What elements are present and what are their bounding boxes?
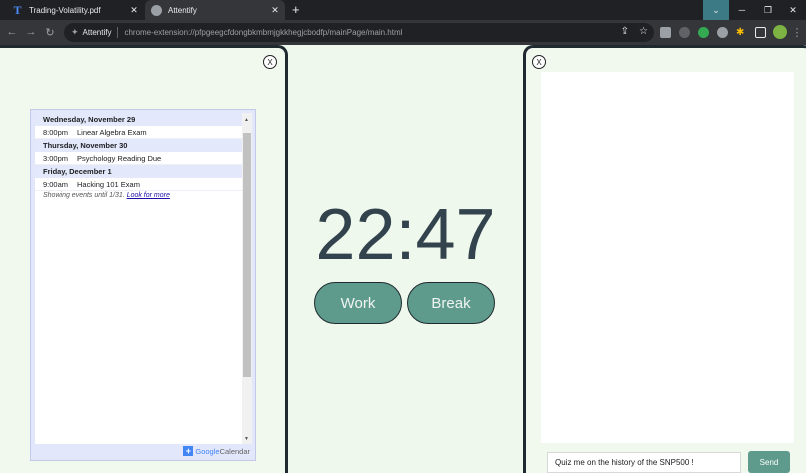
events-range-note: Showing events until 1/31. Look for more xyxy=(35,191,242,199)
add-plus-icon: + xyxy=(183,446,194,456)
bookmark-star-icon[interactable]: ☆ xyxy=(639,26,648,37)
extension-shield-icon[interactable] xyxy=(679,27,690,38)
share-icon[interactable]: ⇪ xyxy=(621,26,629,37)
url-text: chrome-extension://pfpgeegcfdongbkmbmjgk… xyxy=(124,28,403,37)
tab-search-chevron-icon[interactable]: ⌄ xyxy=(703,0,729,20)
tab-close-icon[interactable]: ✕ xyxy=(127,5,141,16)
countdown-timer: 22:47 xyxy=(315,195,496,275)
send-button[interactable]: Send xyxy=(748,451,790,473)
event-time: 8:00pm xyxy=(43,128,69,137)
look-for-more-link[interactable]: Look for more xyxy=(127,192,170,199)
extension-puzzle-icon: ✦ xyxy=(71,27,79,37)
agenda-event[interactable]: 9:00am Hacking 101 Exam xyxy=(35,178,242,191)
event-title: Linear Algebra Exam xyxy=(77,128,147,137)
restore-icon[interactable]: ❐ xyxy=(755,0,781,20)
google-calendar-badge[interactable]: + Google Calendar xyxy=(183,446,250,456)
minimize-icon[interactable]: ─ xyxy=(729,0,755,20)
window-close-icon[interactable]: ✕ xyxy=(780,0,806,20)
calendar-scrollbar[interactable]: ▲ ▼ xyxy=(242,113,252,444)
agenda-event[interactable]: 8:00pm Linear Algebra Exam xyxy=(35,126,242,139)
badge-product: Calendar xyxy=(219,446,250,456)
chat-messages-area xyxy=(541,72,794,443)
new-tab-icon[interactable]: + xyxy=(292,2,300,17)
tab-close-icon[interactable]: ✕ xyxy=(268,5,282,16)
pdf-favicon-icon: T xyxy=(13,2,22,17)
side-panel-icon[interactable] xyxy=(755,27,766,38)
attentify-page: X Wednesday, November 29 8:00pm Linear A… xyxy=(0,45,806,473)
events-range-text: Showing events until 1/31. xyxy=(43,192,125,199)
browser-tab-strip: T Trading-Volatility.pdf ✕ Attentify ✕ +… xyxy=(0,0,806,20)
menu-kebab-icon[interactable]: ⋮ xyxy=(789,24,805,40)
extension-globe-icon[interactable] xyxy=(717,27,728,38)
extension-s-icon[interactable] xyxy=(660,27,671,38)
scroll-up-icon[interactable]: ▲ xyxy=(244,117,249,123)
address-divider xyxy=(117,27,119,38)
scroll-down-icon[interactable]: ▼ xyxy=(244,436,249,442)
tab-trading-volatility[interactable]: T Trading-Volatility.pdf ✕ xyxy=(6,0,144,20)
chat-panel: X Quiz me on the history of the SNP500 !… xyxy=(523,45,806,473)
profile-avatar[interactable] xyxy=(773,25,787,39)
event-time: 3:00pm xyxy=(43,154,69,163)
close-calendar-button[interactable]: X xyxy=(263,55,277,69)
agenda-event[interactable]: 3:00pm Psychology Reading Due xyxy=(35,152,242,165)
agenda-day-header: Wednesday, November 29 xyxy=(35,113,242,126)
tab-title: Attentify xyxy=(168,5,197,15)
agenda-list: Wednesday, November 29 8:00pm Linear Alg… xyxy=(35,113,242,444)
address-bar[interactable]: ✦ Attentify chrome-extension://pfpgeegcf… xyxy=(64,23,654,42)
break-button[interactable]: Break xyxy=(407,282,495,324)
agenda-day-header: Friday, December 1 xyxy=(35,165,242,178)
event-time: 9:00am xyxy=(43,180,69,189)
reload-icon[interactable]: ↻ xyxy=(42,24,58,40)
tab-attentify[interactable]: Attentify ✕ xyxy=(145,0,285,20)
site-label: Attentify xyxy=(82,28,112,37)
extension-grammar-icon[interactable] xyxy=(698,27,709,38)
extensions-puzzle-icon[interactable]: ✱ xyxy=(736,27,747,38)
globe-icon xyxy=(151,4,162,16)
event-title: Hacking 101 Exam xyxy=(77,180,140,189)
scrollbar-thumb[interactable] xyxy=(243,133,251,377)
badge-brand: Google xyxy=(195,446,220,456)
work-button[interactable]: Work xyxy=(314,282,402,324)
google-calendar-widget: Wednesday, November 29 8:00pm Linear Alg… xyxy=(30,109,256,461)
close-chat-button[interactable]: X xyxy=(532,55,546,69)
agenda-day-header: Thursday, November 30 xyxy=(35,139,242,152)
forward-arrow-icon[interactable]: → xyxy=(23,24,39,40)
browser-toolbar: ← → ↻ ✦ Attentify chrome-extension://pfp… xyxy=(0,20,806,45)
event-title: Psychology Reading Due xyxy=(77,154,162,163)
tab-title: Trading-Volatility.pdf xyxy=(29,5,101,15)
calendar-panel: X Wednesday, November 29 8:00pm Linear A… xyxy=(0,45,288,473)
back-arrow-icon[interactable]: ← xyxy=(4,24,20,40)
chat-input[interactable]: Quiz me on the history of the SNP500 ! xyxy=(547,452,741,473)
